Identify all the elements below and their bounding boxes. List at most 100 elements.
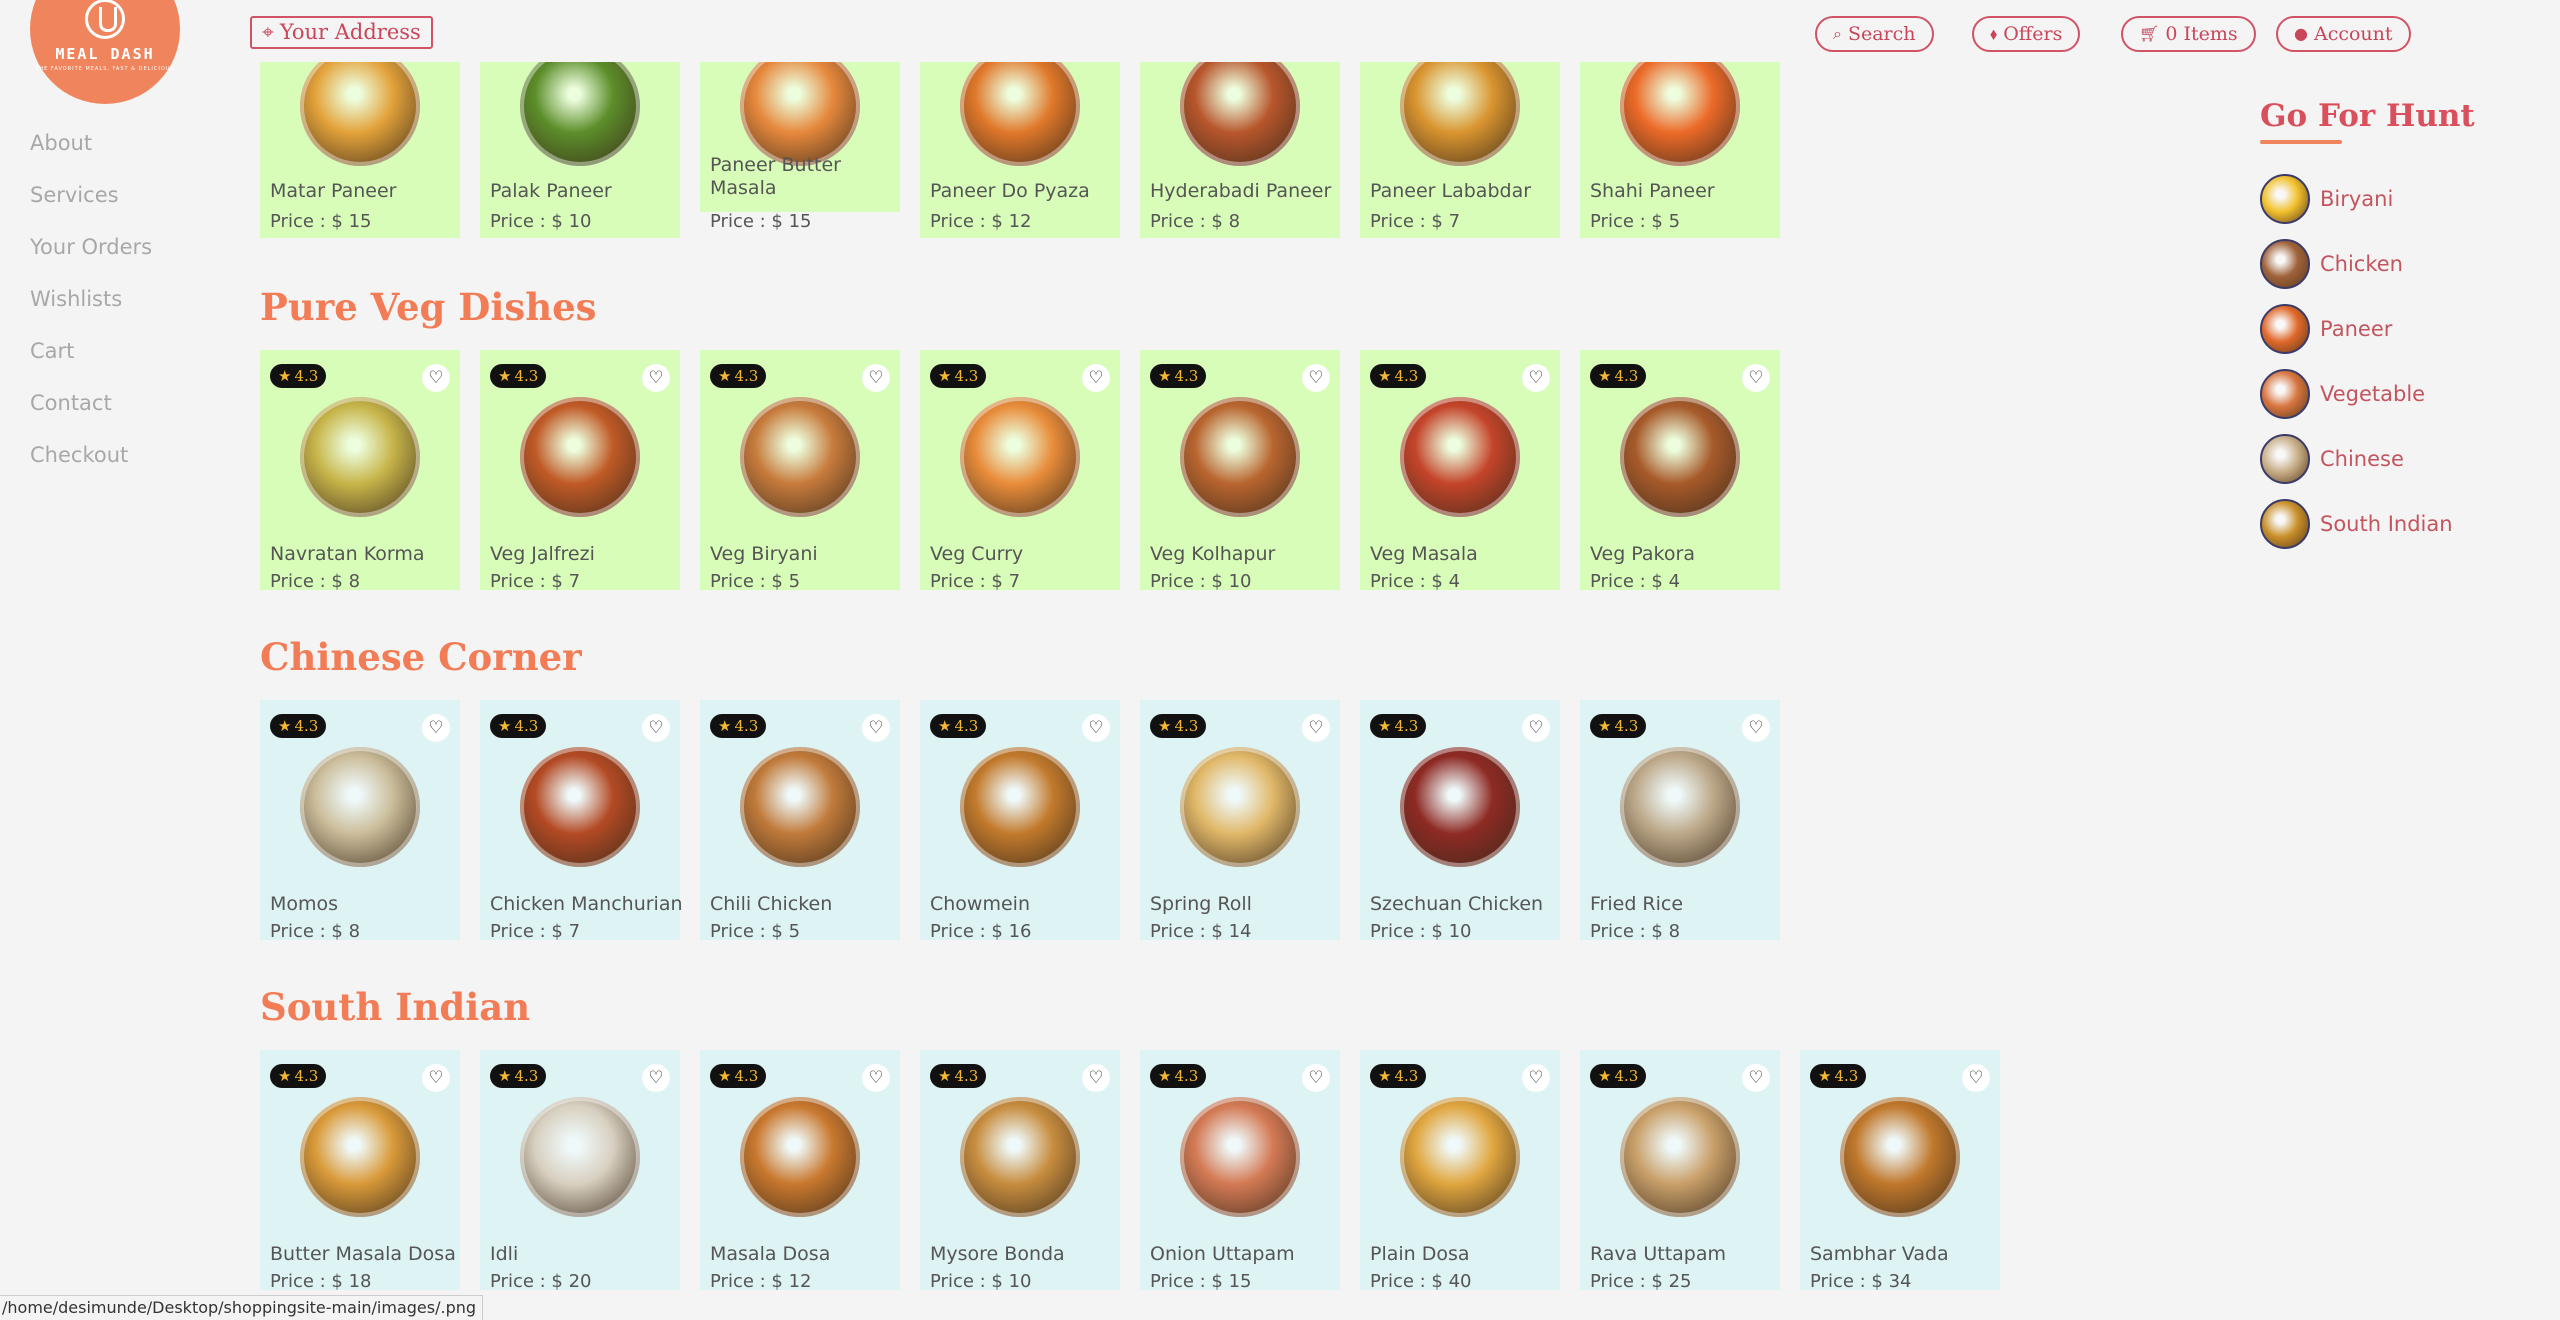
dish-image [1620,46,1740,166]
dish-image [1400,747,1520,867]
dish-name: Idli [490,1243,519,1265]
plate-icon [85,0,125,39]
dish-card[interactable]: Paneer Butter Masala Price : $ 15 [700,46,900,232]
sidebar-item-checkout[interactable]: Checkout [30,440,152,492]
heart-icon[interactable]: ♡ [1302,1064,1330,1092]
star-icon: ★ [1818,1067,1832,1085]
price-value: 5 [788,921,801,942]
dish-name: Szechuan Chicken [1370,893,1544,915]
dish-card[interactable]: ★ 4.3 ♡ Veg Biryani Price : $ 5 [700,350,900,592]
price-prefix: Price : $ [1370,571,1443,592]
heart-icon[interactable]: ♡ [642,714,670,742]
address-button[interactable]: ⌖ Your Address [250,16,433,49]
hunt-item-vegetable[interactable]: Vegetable [2260,361,2475,426]
map-marker-icon: ⌖ [262,20,274,44]
hunt-item-biryani[interactable]: Biryani [2260,166,2475,231]
sidebar-item-contact[interactable]: Contact [30,388,152,440]
address-label: Your Address [279,20,421,44]
dish-card[interactable]: Hyderabadi Paneer Price : $ 8 [1140,46,1340,238]
heart-icon[interactable]: ♡ [1302,714,1330,742]
dish-name: Paneer Butter Masala [710,154,841,199]
category-thumbnail [2260,498,2310,549]
dish-card[interactable]: ★ 4.3 ♡ Idli Price : $ 20 [480,1050,680,1292]
dish-card[interactable]: ★ 4.3 ♡ Mysore Bonda Price : $ 10 [920,1050,1120,1292]
hunt-item-chinese[interactable]: Chinese [2260,426,2475,491]
star-icon: ★ [1158,717,1172,735]
heart-icon[interactable]: ♡ [862,1064,890,1092]
sidebar-item-your-orders[interactable]: Your Orders [30,232,152,284]
dish-card[interactable]: ★ 4.3 ♡ Veg Pakora Price : $ 4 [1580,350,1780,592]
side-navigation: About Services Your Orders Wishlists Cart Con… [30,128,152,492]
heart-icon[interactable]: ♡ [1522,364,1550,392]
dish-card[interactable]: Paneer Do Pyaza Price : $ 12 [920,46,1120,238]
price-prefix: Price : $ [1810,1271,1883,1292]
dish-card[interactable]: Palak Paneer Price : $ 10 [480,46,680,238]
hunt-item-south-indian[interactable]: South Indian [2260,491,2475,556]
user-icon: ● [2294,24,2308,43]
price-value: 15 [1228,1271,1252,1292]
rating-value: 4.3 [1614,367,1639,385]
dish-card[interactable]: ★ 4.3 ♡ Masala Dosa Price : $ 12 [700,1050,900,1292]
dish-card[interactable]: Shahi Paneer Price : $ 5 [1580,46,1780,238]
dish-card[interactable]: ★ 4.3 ♡ Sambhar Vada Price : $ 34 [1800,1050,2000,1292]
price-prefix: Price : $ [1150,571,1223,592]
offers-button[interactable]: ⬧ Offers [1972,16,2081,52]
heart-icon[interactable]: ♡ [862,364,890,392]
heart-icon[interactable]: ♡ [422,364,450,392]
dish-name: Paneer Do Pyaza [930,180,1090,202]
cart-button[interactable]: 🛒︎ 0 Items [2121,16,2256,52]
dish-card[interactable]: ★ 4.3 ♡ Veg Jalfrezi Price : $ 7 [480,350,680,592]
heart-icon[interactable]: ♡ [862,714,890,742]
dish-card[interactable]: ★ 4.3 ♡ Veg Masala Price : $ 4 [1360,350,1560,592]
cart-icon: 🛒︎ [2139,24,2160,43]
heart-icon[interactable]: ♡ [1742,364,1770,392]
star-icon: ★ [498,1067,512,1085]
search-button[interactable]: ⌕ Search [1815,16,1934,52]
sidebar-item-services[interactable]: Services [30,180,152,232]
dish-card[interactable]: Paneer Lababdar Price : $ 7 [1360,46,1560,238]
account-button[interactable]: ● Account [2276,16,2411,52]
heart-icon[interactable]: ♡ [1522,1064,1550,1092]
heart-icon[interactable]: ♡ [422,1064,450,1092]
star-icon: ★ [1158,367,1172,385]
heart-icon[interactable]: ♡ [1962,1064,1990,1092]
account-label: Account [2313,23,2393,45]
sidebar-item-about[interactable]: About [30,128,152,180]
heart-icon[interactable]: ♡ [1522,714,1550,742]
price-prefix: Price : $ [710,211,783,232]
dish-card[interactable]: ★ 4.3 ♡ Navratan Korma Price : $ 8 [260,350,460,592]
sidebar-item-wishlists[interactable]: Wishlists [30,284,152,336]
heart-icon[interactable]: ♡ [1082,1064,1110,1092]
dish-card[interactable]: ★ 4.3 ♡ Rava Uttapam Price : $ 25 [1580,1050,1780,1292]
heart-icon[interactable]: ♡ [642,364,670,392]
dish-image [520,46,640,166]
heart-icon[interactable]: ♡ [422,714,450,742]
price-prefix: Price : $ [930,211,1003,232]
heart-icon[interactable]: ♡ [1082,364,1110,392]
title-underline [2260,140,2342,144]
heart-icon[interactable]: ♡ [1742,714,1770,742]
hunt-item-paneer[interactable]: Paneer [2260,296,2475,361]
dish-card[interactable]: ★ 4.3 ♡ Onion Uttapam Price : $ 15 [1140,1050,1340,1292]
heart-icon[interactable]: ♡ [1742,1064,1770,1092]
price-value: 16 [1008,921,1032,942]
dish-card[interactable]: ★ 4.3 ♡ Chicken Manchurian Price : $ 7 [480,700,683,942]
heart-icon[interactable]: ♡ [642,1064,670,1092]
dish-card[interactable]: ★ 4.3 ♡ Chowmein Price : $ 16 [920,700,1120,942]
dish-card[interactable]: ★ 4.3 ♡ Plain Dosa Price : $ 40 [1360,1050,1560,1292]
dish-card[interactable]: ★ 4.3 ♡ Szechuan Chicken Price : $ 10 [1360,700,1560,942]
dish-card[interactable]: ★ 4.3 ♡ Butter Masala Dosa Price : $ 18 [260,1050,460,1292]
heart-icon[interactable]: ♡ [1302,364,1330,392]
dish-card[interactable]: ★ 4.3 ♡ Chili Chicken Price : $ 5 [700,700,900,942]
price-value: 12 [788,1271,812,1292]
dish-card[interactable]: ★ 4.3 ♡ Fried Rice Price : $ 8 [1580,700,1780,942]
dish-card[interactable]: ★ 4.3 ♡ Momos Price : $ 8 [260,700,460,942]
dish-card[interactable]: ★ 4.3 ♡ Veg Kolhapur Price : $ 10 [1140,350,1340,592]
dish-card[interactable]: ★ 4.3 ♡ Spring Roll Price : $ 14 [1140,700,1340,942]
hunt-item-chicken[interactable]: Chicken [2260,231,2475,296]
dish-card[interactable]: Matar Paneer Price : $ 15 [260,46,460,238]
sidebar-item-cart[interactable]: Cart [30,336,152,388]
logo[interactable]: MEAL DASH THE FAVORITE MEALS, FAST & DEL… [30,0,180,104]
dish-card[interactable]: ★ 4.3 ♡ Veg Curry Price : $ 7 [920,350,1120,592]
heart-icon[interactable]: ♡ [1082,714,1110,742]
